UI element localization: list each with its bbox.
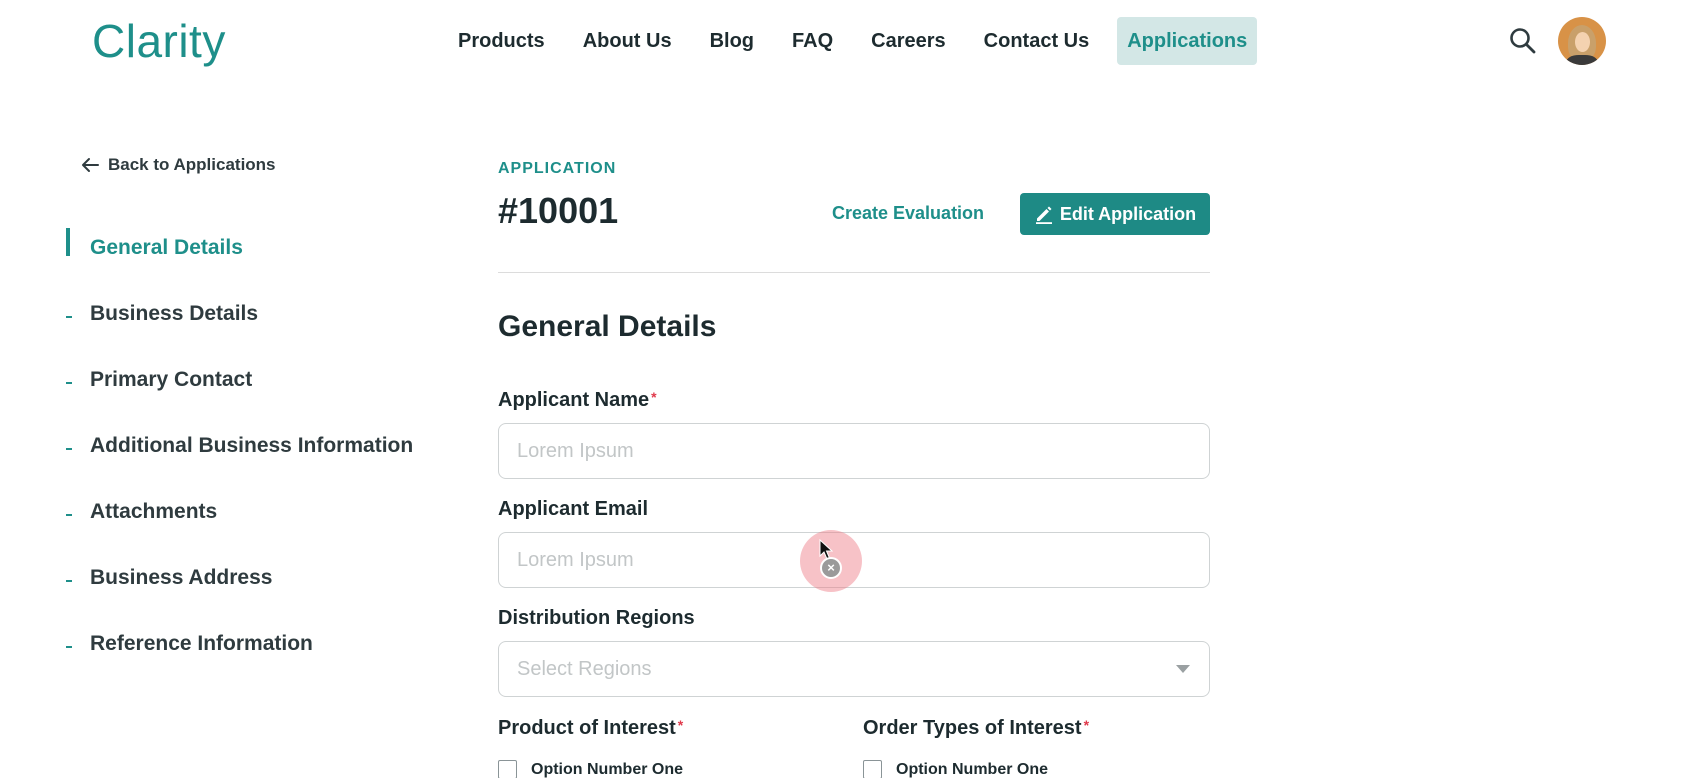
checkbox[interactable] bbox=[498, 760, 517, 778]
search-icon[interactable] bbox=[1508, 26, 1538, 56]
edit-button-label: Edit Application bbox=[1059, 203, 1197, 224]
checkbox[interactable] bbox=[863, 760, 882, 778]
header-divider bbox=[498, 272, 1210, 273]
order-types-label-text: Order Types of Interest bbox=[863, 717, 1082, 739]
application-id: #10001 bbox=[498, 190, 619, 231]
checkbox-label: Option Number One bbox=[896, 760, 1048, 778]
clarity-logo[interactable]: Clarity bbox=[92, 14, 226, 68]
avatar-face bbox=[1575, 32, 1590, 52]
close-icon: × bbox=[820, 557, 842, 579]
section-title: General Details bbox=[498, 310, 717, 343]
pencil-icon bbox=[1035, 206, 1052, 224]
caret-down-icon bbox=[1176, 665, 1190, 673]
nav-item-blog[interactable]: Blog bbox=[700, 17, 764, 65]
top-header: Clarity Products About Us Blog FAQ Caree… bbox=[0, 0, 1690, 84]
edit-application-button[interactable]: Edit Application bbox=[1020, 193, 1210, 235]
back-link-label: Back to Applications bbox=[108, 155, 276, 174]
checkbox-label: Option Number One bbox=[531, 760, 683, 778]
dash-marker bbox=[66, 316, 72, 318]
back-to-applications-link[interactable]: Back to Applications bbox=[80, 155, 276, 175]
required-mark: * bbox=[651, 389, 657, 405]
avatar-body bbox=[1566, 55, 1598, 65]
order-types-label: Order Types of Interest * bbox=[863, 717, 1089, 740]
section-nav-label: Attachments bbox=[90, 500, 218, 523]
section-nav-label: Business Address bbox=[90, 566, 273, 589]
section-nav-label: General Details bbox=[90, 236, 243, 259]
section-nav-label: Additional Business Information bbox=[90, 434, 414, 457]
dash-marker bbox=[66, 580, 72, 582]
active-marker bbox=[66, 228, 70, 256]
distribution-regions-select[interactable]: Select Regions bbox=[498, 641, 1210, 697]
dash-marker bbox=[66, 382, 72, 384]
order-type-option-checkbox[interactable]: Option Number One bbox=[863, 760, 1048, 778]
applicant-email-label: Applicant Email bbox=[498, 498, 649, 520]
product-of-interest-label-text: Product of Interest bbox=[498, 717, 676, 739]
applicant-name-label-text: Applicant Name bbox=[498, 389, 650, 411]
section-nav-label: Primary Contact bbox=[90, 368, 253, 391]
user-avatar[interactable] bbox=[1558, 17, 1606, 65]
nav-item-careers[interactable]: Careers bbox=[861, 17, 956, 65]
section-nav-label: Business Details bbox=[90, 302, 259, 325]
applicant-name-label: Applicant Name * bbox=[498, 389, 657, 412]
nav-item-about-us[interactable]: About Us bbox=[573, 17, 682, 65]
section-nav-label: Reference Information bbox=[90, 632, 313, 655]
nav-item-contact-us[interactable]: Contact Us bbox=[974, 17, 1100, 65]
required-mark: * bbox=[677, 717, 684, 733]
create-evaluation-button[interactable]: Create Evaluation bbox=[832, 203, 984, 224]
dash-marker bbox=[66, 448, 72, 450]
applicant-name-input[interactable] bbox=[498, 423, 1210, 479]
select-placeholder: Select Regions bbox=[517, 657, 652, 680]
application-main: APPLICATION #10001 Create Evaluation Edi… bbox=[498, 160, 1210, 778]
dash-marker bbox=[66, 514, 72, 516]
main-nav: Products About Us Blog FAQ Careers Conta… bbox=[448, 17, 1275, 65]
arrow-left-icon bbox=[82, 158, 99, 172]
nav-item-products[interactable]: Products bbox=[448, 17, 555, 65]
dash-marker bbox=[66, 646, 72, 648]
product-of-interest-label: Product of Interest * bbox=[498, 717, 683, 740]
distribution-regions-label: Distribution Regions bbox=[498, 607, 695, 629]
nav-item-applications[interactable]: Applications bbox=[1117, 17, 1258, 65]
product-option-checkbox[interactable]: Option Number One bbox=[498, 760, 683, 778]
eyebrow-label: APPLICATION bbox=[498, 160, 617, 177]
required-mark: * bbox=[1083, 717, 1090, 733]
nav-item-faq[interactable]: FAQ bbox=[782, 17, 843, 65]
